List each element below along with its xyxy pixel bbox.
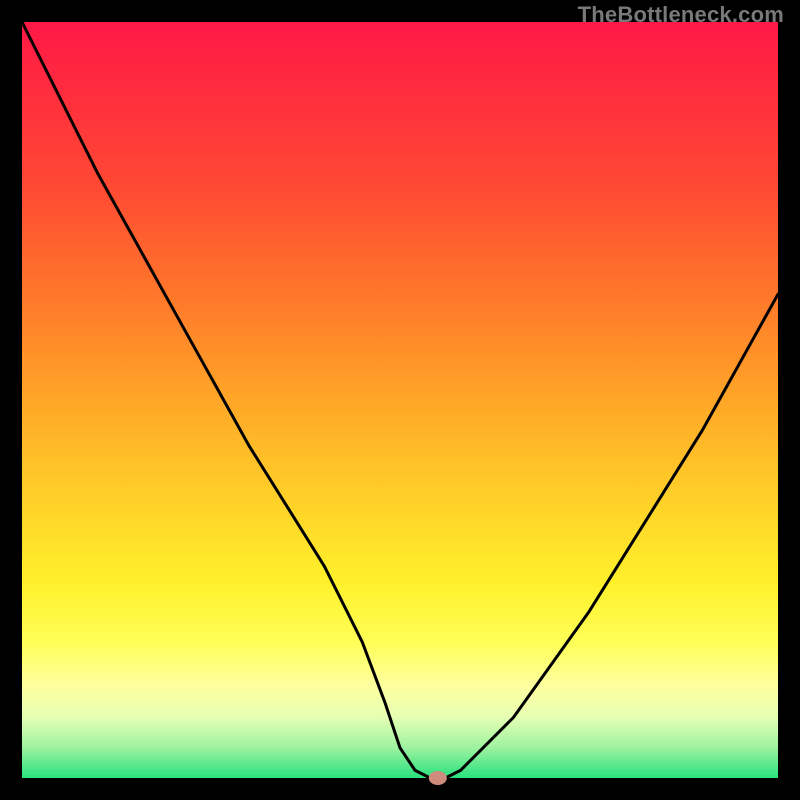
optimum-marker bbox=[429, 771, 447, 785]
chart-svg bbox=[22, 22, 778, 778]
bottleneck-curve bbox=[22, 22, 778, 778]
chart-frame: TheBottleneck.com bbox=[0, 0, 800, 800]
plot-area bbox=[22, 22, 778, 778]
